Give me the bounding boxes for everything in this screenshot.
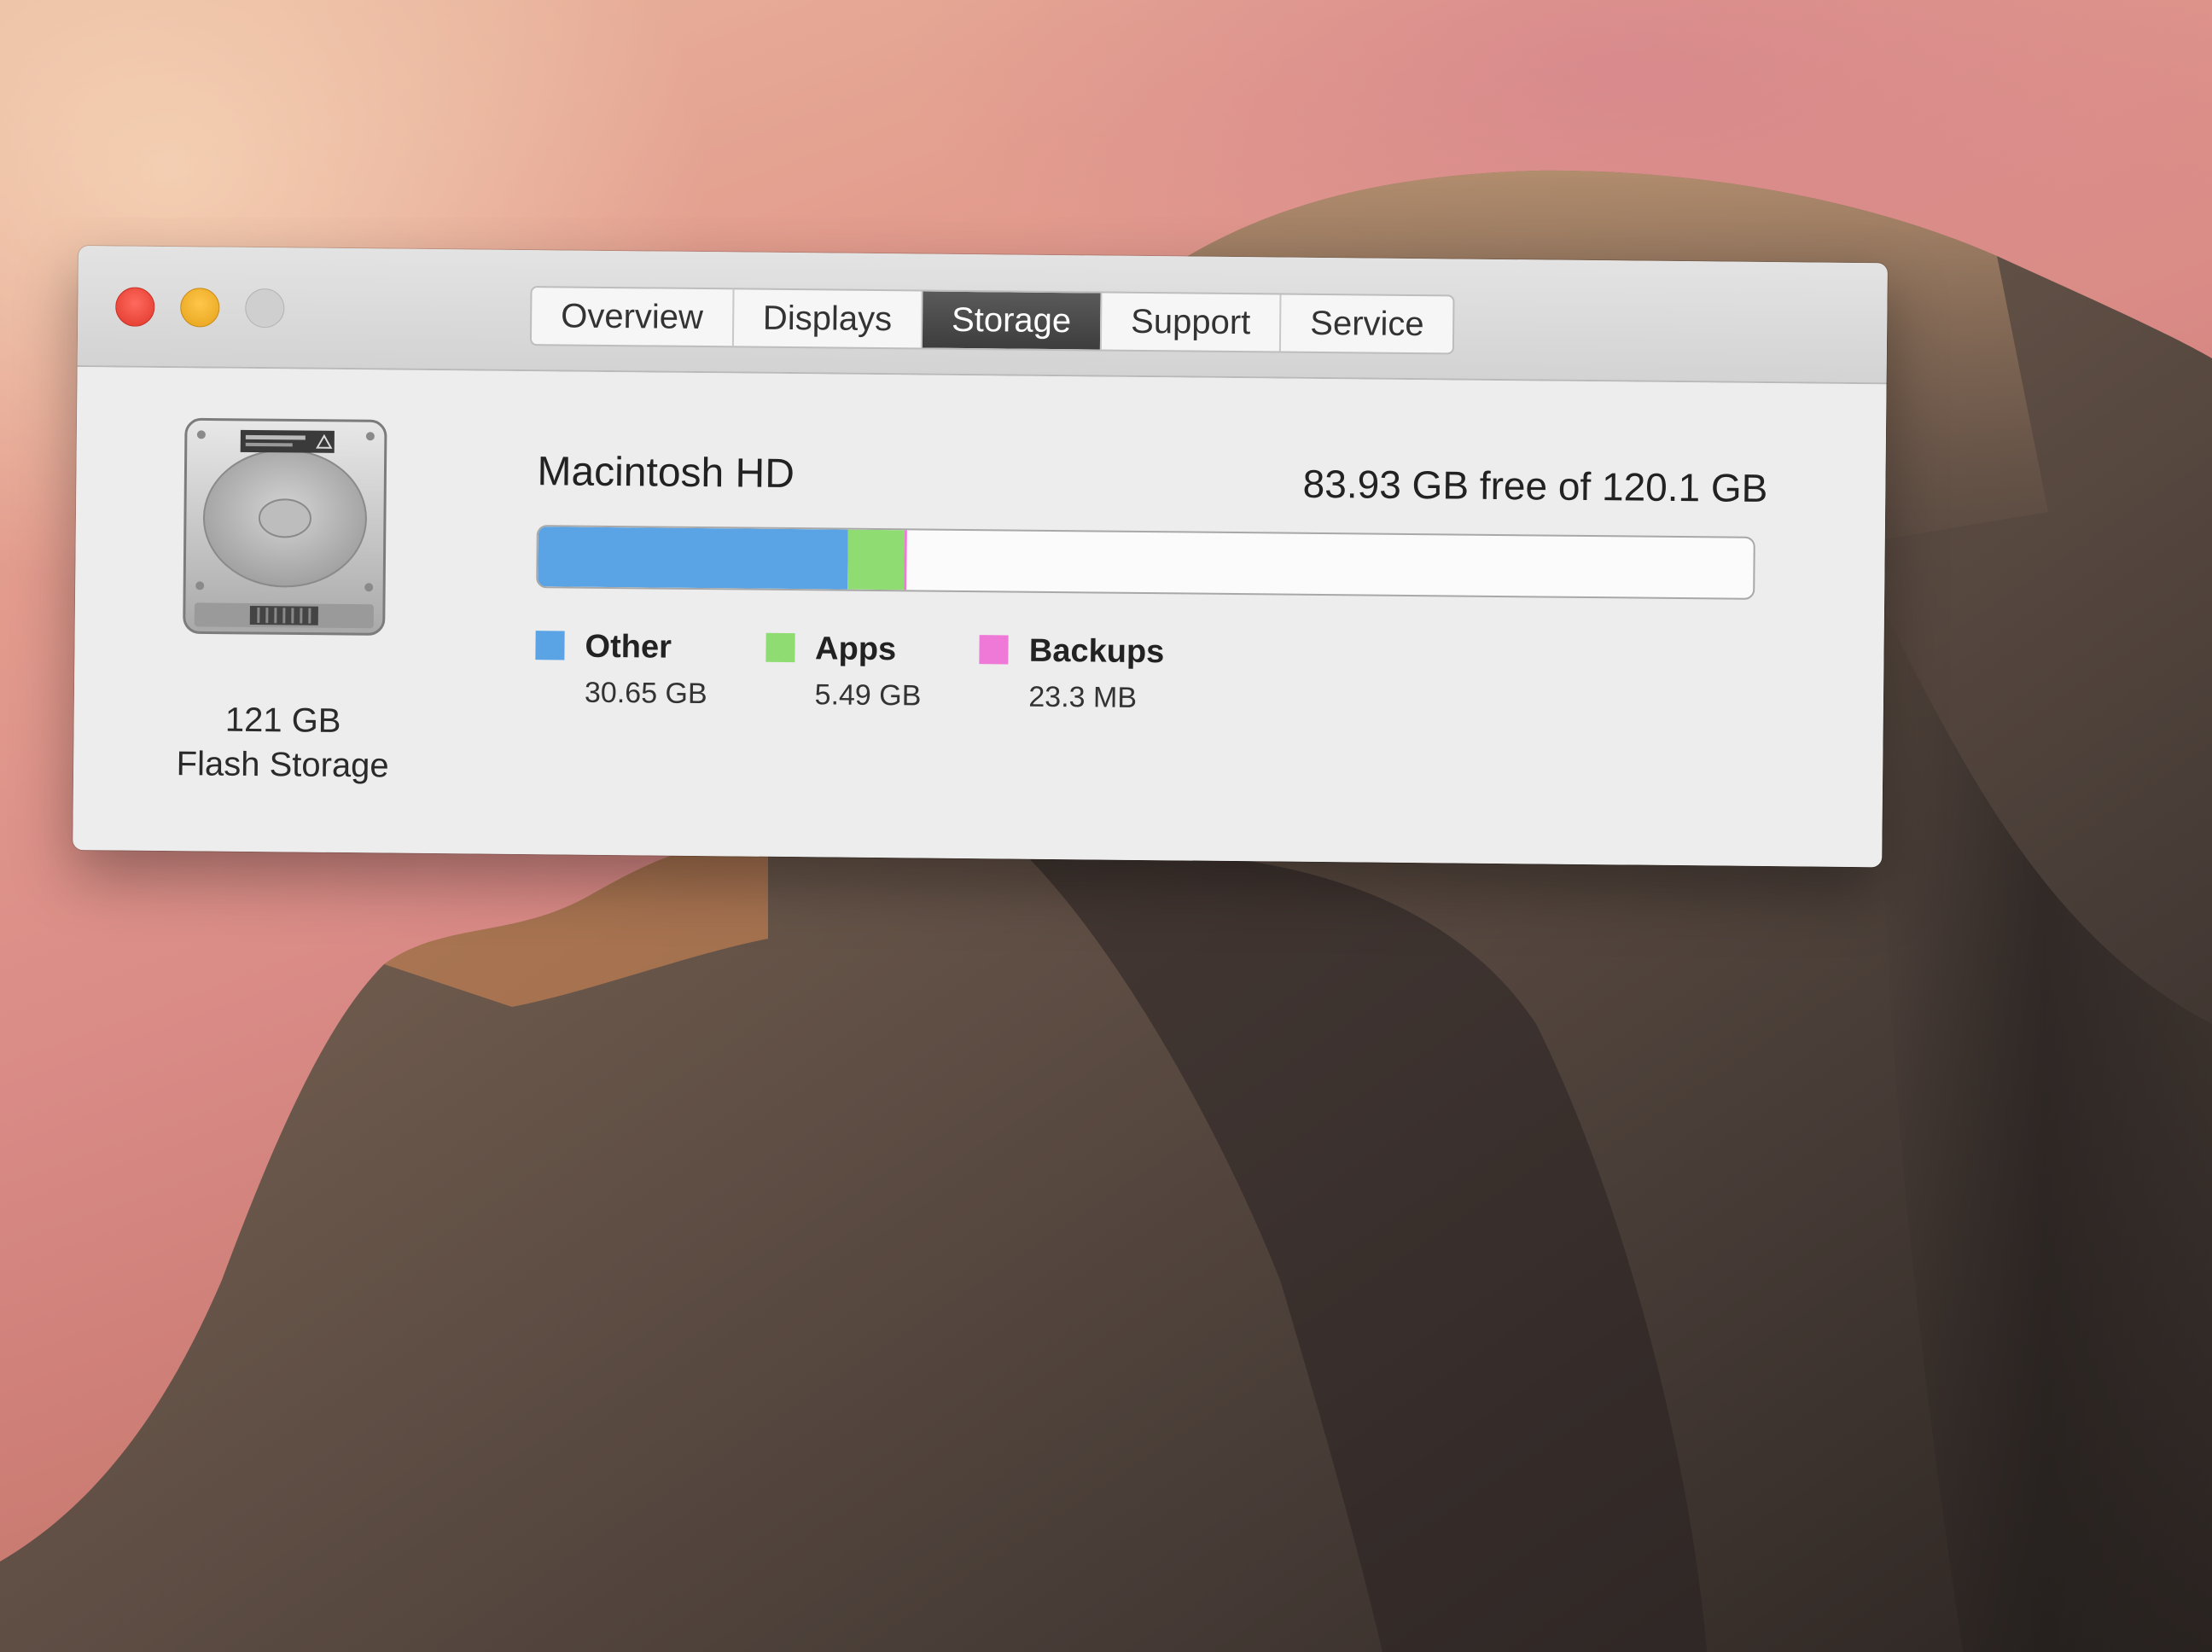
legend-label: Other: [585, 628, 672, 666]
legend-label: Backups: [1028, 632, 1165, 671]
storage-legend: Other 30.65 GB Apps 5.49 GB Backups 23.3…: [535, 627, 1223, 716]
legend-size: 23.3 MB: [1028, 680, 1138, 714]
hard-drive-icon: [183, 417, 387, 636]
legend-item-apps: Apps 5.49 GB: [765, 630, 922, 713]
legend-label: Apps: [814, 631, 897, 668]
disk-description: 121 GB Flash Storage: [125, 697, 441, 789]
about-this-mac-window: Overview Displays Storage Support Servic…: [73, 246, 1888, 868]
tab-support[interactable]: Support: [1101, 293, 1282, 352]
legend-item-other: Other 30.65 GB: [535, 627, 708, 711]
usage-segment-apps[interactable]: [847, 529, 905, 590]
legend-swatch-other: [535, 631, 565, 660]
legend-swatch-apps: [765, 632, 795, 663]
tab-service[interactable]: Service: [1281, 295, 1453, 353]
storage-panel: 121 GB Flash Storage Macintosh HD 83.93 …: [73, 366, 1887, 868]
usage-segment-other[interactable]: [538, 526, 849, 590]
zoom-button[interactable]: [245, 288, 285, 329]
free-space-summary: 83.93 GB free of 120.1 GB: [1302, 461, 1768, 511]
usage-segment-backups[interactable]: [903, 530, 907, 590]
disk-capacity: 121 GB: [224, 701, 341, 740]
legend-item-backups: Backups 23.3 MB: [979, 631, 1165, 715]
title-bar: Overview Displays Storage Support Servic…: [77, 246, 1888, 385]
close-button[interactable]: [115, 287, 155, 327]
minimize-button[interactable]: [180, 288, 220, 328]
legend-size: 5.49 GB: [814, 678, 922, 713]
disk-type: Flash Storage: [176, 745, 389, 785]
desktop: Overview Displays Storage Support Servic…: [0, 0, 2212, 1652]
tab-displays[interactable]: Displays: [733, 289, 923, 348]
tab-overview[interactable]: Overview: [531, 288, 735, 346]
tab-storage[interactable]: Storage: [922, 291, 1103, 350]
storage-usage-bar[interactable]: [536, 525, 1755, 600]
legend-size: 30.65 GB: [584, 676, 707, 711]
volume-name: Macintosh HD: [537, 449, 795, 497]
tab-bar: Overview Displays Storage Support Servic…: [529, 286, 1455, 355]
legend-swatch-backups: [979, 635, 1010, 665]
